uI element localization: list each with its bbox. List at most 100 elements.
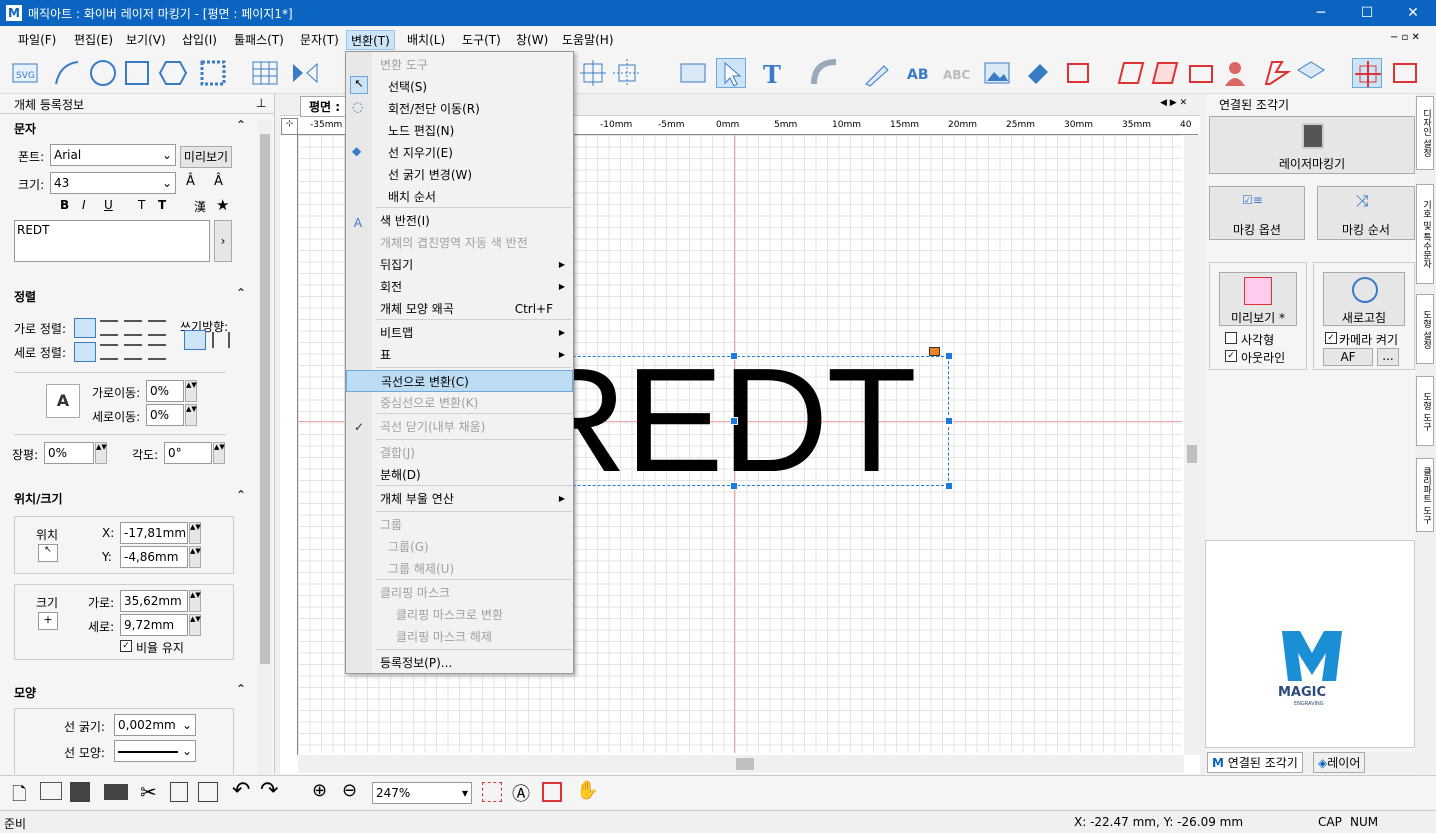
angle-input[interactable]: 0° (164, 442, 212, 464)
side-tab-shape-settings[interactable]: 도형 설정 (1416, 294, 1434, 364)
handle-bottom-right[interactable] (945, 482, 953, 490)
mark-order-button[interactable]: ⤨ 마킹 순서 (1317, 186, 1415, 240)
line-width-select[interactable]: 0,002mm ⌄ (114, 714, 196, 736)
font-select[interactable]: Arial ⌄ (50, 144, 176, 166)
frame-icon[interactable] (1390, 58, 1420, 88)
open-folder-icon[interactable] (40, 782, 62, 800)
zoom-fit-icon[interactable] (542, 782, 562, 802)
tab-layers[interactable]: ◈레이어 (1313, 752, 1366, 773)
outline-checkbox[interactable]: ✓ (1225, 350, 1237, 362)
align-right-icon[interactable] (124, 320, 142, 336)
text-content-field[interactable]: REDT (14, 220, 210, 262)
more-button[interactable]: ... (1377, 348, 1399, 366)
handle-right[interactable] (945, 417, 953, 425)
table-tool-icon[interactable] (250, 58, 280, 88)
transform-menu-item[interactable]: 배치 순서 (346, 186, 573, 208)
menu-window[interactable]: 창(W) (512, 30, 552, 50)
menu-tools[interactable]: 도구(T) (458, 30, 505, 50)
align-left-icon[interactable] (74, 318, 96, 338)
transform-menu-item[interactable]: 등록정보(P)... (346, 652, 573, 674)
write-vertical-icon[interactable] (212, 332, 230, 348)
shape-red-2-icon[interactable] (1150, 58, 1180, 88)
text-abc-icon[interactable]: ABC (942, 58, 972, 88)
layers-icon[interactable] (1296, 58, 1326, 88)
valign-bottom-icon[interactable] (124, 344, 142, 360)
pan-hand-icon[interactable]: ✋ (576, 780, 598, 801)
camera-checkbox[interactable]: ✓ (1325, 332, 1337, 344)
size-anchor-icon[interactable]: + (38, 612, 58, 630)
zoom-in-icon[interactable]: ⊕ (312, 780, 327, 801)
redo-icon[interactable]: ↷ (260, 778, 278, 803)
mark-options-button[interactable]: ☑≡ 마킹 옵션 (1209, 186, 1305, 240)
transform-menu-item[interactable]: 선택(S) (346, 76, 573, 98)
af-button[interactable]: AF (1323, 348, 1373, 366)
laser-machine-button[interactable]: 레이저마킹기 (1209, 116, 1415, 174)
pin-icon[interactable]: ⊥ (256, 96, 266, 110)
height-input[interactable]: 9,72mm (120, 614, 188, 636)
side-tab-clipart[interactable]: 클리파트 도구 (1416, 458, 1434, 532)
vmove-input[interactable]: 0% (146, 404, 184, 426)
size-select[interactable]: 43 ⌄ (50, 172, 176, 194)
width-input[interactable]: 35,62mm (120, 590, 188, 612)
collapse-pos-icon[interactable]: ⌃ (236, 488, 246, 502)
rotate-handle[interactable] (929, 347, 940, 356)
handle-center[interactable] (730, 417, 738, 425)
angle-spinner[interactable]: ▲▼ (213, 442, 225, 464)
text-expand-button[interactable]: › (214, 220, 232, 262)
align-justify-icon[interactable] (148, 320, 166, 336)
transform-menu-item[interactable]: 비트맵 ▶ (346, 322, 573, 344)
person-icon[interactable] (1220, 58, 1250, 88)
close-button[interactable]: ✕ (1390, 0, 1436, 26)
ruler-corner-icon[interactable]: ⊹ (281, 118, 298, 135)
select-tool-icon[interactable] (716, 58, 746, 88)
text-tool-icon[interactable]: T (758, 58, 788, 89)
copy-icon[interactable] (170, 782, 188, 802)
transform-menu-item[interactable]: 선 지우기(E) (346, 142, 573, 164)
valign-top-icon[interactable] (74, 342, 96, 362)
menu-text[interactable]: 문자(T) (296, 30, 343, 50)
collapse-shape-icon[interactable]: ⌃ (236, 682, 246, 696)
rectangle-tool-icon[interactable] (122, 58, 152, 88)
star-icon[interactable]: ★ (216, 196, 229, 214)
menu-help[interactable]: 도움말(H) (558, 30, 618, 50)
bold-icon[interactable]: B (60, 198, 69, 212)
width-spinner[interactable]: ▲▼ (189, 590, 201, 612)
transform-menu-item[interactable]: 곡선으로 변환(C) (346, 370, 573, 392)
transform-menu-item[interactable]: 회전/전단 이동(R) (346, 98, 573, 120)
hmove-spinner[interactable]: ▲▼ (185, 380, 197, 402)
underline-icon[interactable]: U (104, 198, 113, 212)
menu-arrange[interactable]: 배치(L) (403, 30, 449, 50)
y-input[interactable]: -4,86mm (120, 546, 188, 568)
canvas-text-object[interactable]: REDT (520, 346, 917, 496)
refresh-button[interactable]: 새로고침 (1323, 272, 1405, 326)
menu-transform[interactable]: 변환(T) (346, 30, 395, 50)
menu-file[interactable]: 파일(F) (14, 30, 60, 50)
vmove-spinner[interactable]: ▲▼ (185, 404, 197, 426)
transform-menu-item[interactable]: 개체 부울 연산 ▶ (346, 488, 573, 510)
zoom-out-icon[interactable]: ⊖ (342, 780, 357, 801)
write-horizontal-icon[interactable] (184, 330, 206, 350)
hanja-icon[interactable]: 漢 (194, 198, 206, 215)
font-preview-button[interactable]: 미리보기 (180, 146, 232, 168)
transform-menu-item[interactable]: 뒤집기 ▶ (346, 254, 573, 276)
collapse-align-icon[interactable]: ⌃ (236, 286, 246, 300)
transform-menu-item[interactable]: 선 굵기 변경(W) (346, 164, 573, 186)
font-size-up-icon[interactable]: Â (186, 174, 195, 189)
print-icon[interactable] (104, 784, 128, 800)
canvas-hscroll[interactable] (298, 755, 1184, 773)
y-spinner[interactable]: ▲▼ (189, 546, 201, 568)
canvas-vscroll[interactable] (1184, 135, 1200, 755)
zoom-select[interactable]: 247% ▾ (372, 782, 472, 804)
mirror-icon[interactable] (290, 58, 320, 88)
text-t-icon[interactable]: T (138, 198, 145, 212)
align-center-h-icon[interactable] (100, 320, 118, 336)
hmove-input[interactable]: 0% (146, 380, 184, 402)
text-ab-icon[interactable]: AB (906, 58, 936, 88)
maximize-button[interactable]: ☐ (1344, 0, 1390, 26)
font-size-down-icon[interactable]: Â (214, 174, 223, 189)
long-input[interactable]: 0% (44, 442, 94, 464)
image-icon[interactable] (982, 58, 1012, 88)
x-input[interactable]: -17,81mm (120, 522, 188, 544)
valign-middle-icon[interactable] (100, 344, 118, 360)
side-tab-shape-tools[interactable]: 도형 도구 (1416, 376, 1434, 446)
